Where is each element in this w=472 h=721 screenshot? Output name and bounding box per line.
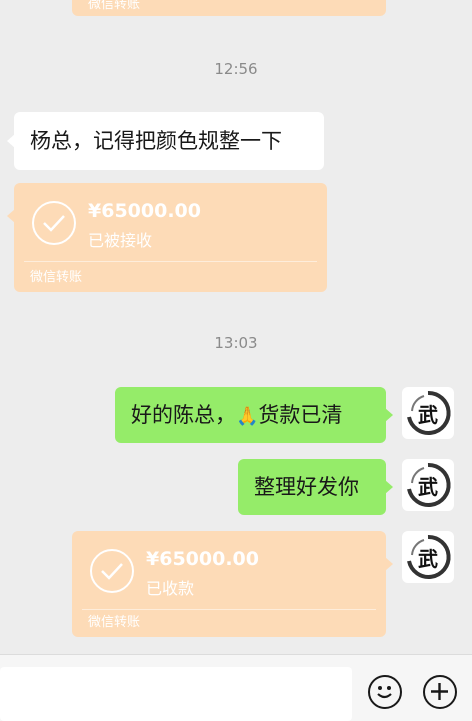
transfer-card-outgoing[interactable]: ¥65000.00 已收款 微信转账 <box>72 531 393 637</box>
message-input[interactable] <box>0 667 352 721</box>
message-text: 整理好发你 <box>254 475 359 499</box>
transfer-label: 微信转账 <box>88 615 141 630</box>
plus-circle-icon <box>431 683 448 700</box>
transfer-status: 已被接收 <box>88 231 153 250</box>
timestamp: 13:03 <box>214 334 258 352</box>
message-text: 货款已清 <box>258 403 343 427</box>
transfer-card-top[interactable]: 微信转账 <box>72 0 386 16</box>
transfer-label: 微信转账 <box>30 270 83 285</box>
message-text: 杨总，记得把颜色规整一下 <box>30 129 282 153</box>
avatar[interactable]: 武 <box>402 387 454 439</box>
transfer-amount: ¥65000.00 <box>88 200 201 222</box>
divider <box>24 261 317 262</box>
emoji-button[interactable] <box>368 675 402 709</box>
avatar-char: 武 <box>418 475 438 499</box>
folded-hands-emoji-icon: 🙏 <box>236 406 259 427</box>
transfer-label: 微信转账 <box>88 0 141 12</box>
avatar[interactable]: 武 <box>402 459 454 511</box>
check-circle-icon <box>32 201 76 245</box>
message-bubble-outgoing[interactable]: 好的陈总，🙏货款已清 <box>115 387 393 443</box>
input-bar <box>0 654 472 721</box>
avatar-char: 武 <box>418 547 438 571</box>
message-bubble-outgoing[interactable]: 整理好发你 <box>238 459 393 515</box>
smiley-face-icon <box>377 686 392 699</box>
avatar-char: 武 <box>418 403 438 427</box>
avatar[interactable]: 武 <box>402 531 454 583</box>
more-button[interactable] <box>423 675 457 709</box>
transfer-status: 已收款 <box>146 579 195 598</box>
message-text: 好的陈总， <box>131 403 236 427</box>
divider <box>82 609 376 610</box>
timestamp: 12:56 <box>214 60 258 78</box>
transfer-card-incoming[interactable]: ¥65000.00 已被接收 微信转账 <box>7 183 327 292</box>
message-bubble-incoming[interactable]: 杨总，记得把颜色规整一下 <box>7 112 324 170</box>
transfer-amount: ¥65000.00 <box>146 548 259 570</box>
check-circle-icon <box>90 549 134 593</box>
